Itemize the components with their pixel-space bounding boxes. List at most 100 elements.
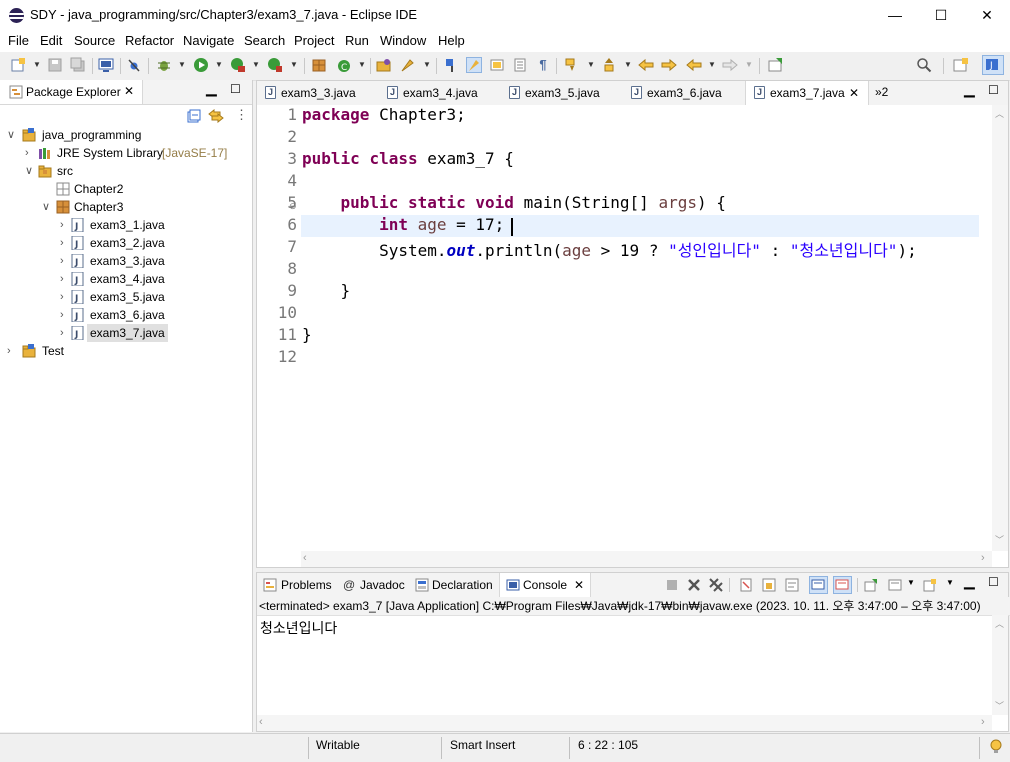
editor-vertical-scrollbar[interactable]: ︿ ﹀: [992, 105, 1008, 551]
open-type-icon[interactable]: [376, 57, 392, 73]
maximize-button[interactable]: ☐: [918, 0, 964, 30]
menu-file[interactable]: File: [8, 33, 29, 48]
tree-item-chapter2[interactable]: Chapter2: [0, 180, 250, 198]
tab-console-active[interactable]: Console ✕: [499, 573, 591, 597]
word-wrap-icon[interactable]: [785, 578, 799, 592]
minimize-button[interactable]: —: [872, 0, 918, 30]
tab-problems[interactable]: Problems: [261, 573, 341, 597]
show-console-on-output-icon[interactable]: [809, 576, 828, 594]
block-selection-icon[interactable]: [489, 57, 505, 73]
terminal-icon[interactable]: [98, 57, 114, 73]
search-icon[interactable]: [916, 57, 932, 73]
tab-exam3-7-active[interactable]: Jexam3_7.java ✕: [745, 81, 869, 105]
close-window-button[interactable]: ✕: [964, 0, 1010, 30]
scroll-down-icon[interactable]: ﹀: [995, 533, 1004, 546]
new-class-dropdown-icon[interactable]: ▼: [358, 57, 366, 73]
run-icon[interactable]: [193, 57, 209, 73]
menu-refactor[interactable]: Refactor: [125, 33, 174, 48]
chevron-right-icon[interactable]: ›: [25, 144, 29, 162]
scroll-lock-icon[interactable]: [762, 578, 776, 592]
menu-edit[interactable]: Edit: [40, 33, 62, 48]
skip-breakpoints-icon[interactable]: [126, 57, 142, 73]
editor-horizontal-scrollbar[interactable]: ‹ ›: [301, 551, 992, 567]
tip-lightbulb-icon[interactable]: [989, 739, 1003, 755]
scroll-right-icon[interactable]: ›: [981, 716, 985, 728]
tree-item-file[interactable]: › J exam3_4.java: [0, 270, 250, 288]
external-tools-icon[interactable]: [267, 57, 283, 73]
tree-item-chapter3[interactable]: ∨ Chapter3: [0, 198, 250, 216]
tab-exam3-6[interactable]: Jexam3_6.java: [631, 81, 743, 105]
navigate-forward-dropdown-icon[interactable]: ▼: [745, 57, 753, 73]
scroll-left-icon[interactable]: ‹: [259, 716, 263, 728]
remove-launch-icon[interactable]: [687, 578, 701, 592]
open-perspective-icon[interactable]: [953, 57, 969, 73]
save-all-icon[interactable]: [70, 57, 86, 73]
display-console-icon[interactable]: [888, 578, 902, 592]
close-tab-icon[interactable]: ✕: [574, 573, 584, 597]
remove-all-terminated-icon[interactable]: [709, 578, 723, 592]
tree-item-file[interactable]: › J exam3_1.java: [0, 216, 250, 234]
terminate-icon[interactable]: [665, 578, 679, 592]
chevron-down-icon[interactable]: ∨: [42, 198, 50, 216]
menu-source[interactable]: Source: [74, 33, 115, 48]
last-edit-location-icon[interactable]: [638, 57, 654, 73]
tab-exam3-5[interactable]: Jexam3_5.java: [509, 81, 621, 105]
word-wrap-icon[interactable]: [512, 57, 528, 73]
new-dropdown-icon[interactable]: ▼: [33, 57, 41, 73]
console-vertical-scrollbar[interactable]: ︿ ﹀: [992, 615, 1008, 715]
scroll-down-icon[interactable]: ﹀: [995, 699, 1004, 712]
chevron-right-icon[interactable]: ›: [60, 270, 64, 288]
console-horizontal-scrollbar[interactable]: ‹ ›: [257, 715, 992, 731]
status-insert-mode[interactable]: Smart Insert: [450, 738, 515, 752]
chevron-down-icon[interactable]: ∨: [7, 126, 15, 144]
mark-occurrences-icon[interactable]: [466, 57, 482, 73]
tree-item-project[interactable]: ∨ java_programming: [0, 126, 250, 144]
tree-item-src[interactable]: ∨ src: [0, 162, 250, 180]
external-tools-dropdown-icon[interactable]: ▼: [290, 57, 298, 73]
scroll-right-icon[interactable]: ›: [981, 552, 985, 564]
new-java-package-icon[interactable]: [311, 57, 327, 73]
search-tools-icon[interactable]: [400, 57, 416, 73]
menu-window[interactable]: Window: [380, 33, 426, 48]
clear-console-icon[interactable]: [739, 578, 753, 592]
new-java-class-icon[interactable]: C: [336, 57, 352, 73]
scroll-up-icon[interactable]: ︿: [995, 617, 1004, 630]
open-console-dropdown-icon[interactable]: ▼: [946, 578, 954, 587]
java-perspective-icon[interactable]: J: [982, 55, 1004, 75]
tab-declaration[interactable]: Declaration: [413, 573, 507, 597]
scroll-up-icon[interactable]: ︿: [995, 107, 1004, 120]
chevron-right-icon[interactable]: ›: [60, 216, 64, 234]
chevron-right-icon[interactable]: ›: [60, 252, 64, 270]
new-icon[interactable]: [10, 57, 26, 73]
link-with-editor-icon[interactable]: [208, 109, 224, 123]
navigate-back-dropdown-icon[interactable]: ▼: [708, 57, 716, 73]
menu-project[interactable]: Project: [294, 33, 334, 48]
more-tabs-button[interactable]: »2: [875, 85, 888, 99]
tree-item-jre[interactable]: › JRE System Library [JavaSE-17]: [0, 144, 250, 162]
maximize-view-icon[interactable]: ☐: [988, 575, 999, 589]
menu-run[interactable]: Run: [345, 33, 369, 48]
coverage-icon[interactable]: [230, 57, 246, 73]
tree-item-file[interactable]: › J exam3_6.java: [0, 306, 250, 324]
tab-exam3-3[interactable]: Jexam3_3.java: [265, 81, 377, 105]
menu-help[interactable]: Help: [438, 33, 465, 48]
minimize-view-icon[interactable]: ▁: [206, 80, 217, 97]
chevron-right-icon[interactable]: ›: [60, 288, 64, 306]
navigate-back-icon[interactable]: [686, 57, 702, 73]
menu-search[interactable]: Search: [244, 33, 285, 48]
collapse-all-icon[interactable]: [187, 109, 201, 123]
chevron-right-icon[interactable]: ›: [60, 306, 64, 324]
minimize-view-icon[interactable]: ▁: [964, 573, 975, 590]
back-icon[interactable]: [661, 57, 677, 73]
minimize-view-icon[interactable]: ▁: [964, 81, 975, 98]
tree-item-file[interactable]: › J exam3_3.java: [0, 252, 250, 270]
chevron-right-icon[interactable]: ›: [7, 342, 11, 360]
pin-editor-icon[interactable]: [767, 57, 783, 73]
tab-javadoc[interactable]: @ Javadoc: [343, 573, 419, 597]
chevron-down-icon[interactable]: ∨: [25, 162, 33, 180]
tree-item-file-selected[interactable]: › J exam3_7.java: [0, 324, 250, 342]
pin-console-icon[interactable]: [864, 578, 878, 592]
status-cursor-position[interactable]: 6 : 22 : 105: [578, 738, 638, 752]
view-menu-icon[interactable]: ⋮: [235, 107, 248, 123]
previous-annotation-dropdown-icon[interactable]: ▼: [624, 57, 632, 73]
